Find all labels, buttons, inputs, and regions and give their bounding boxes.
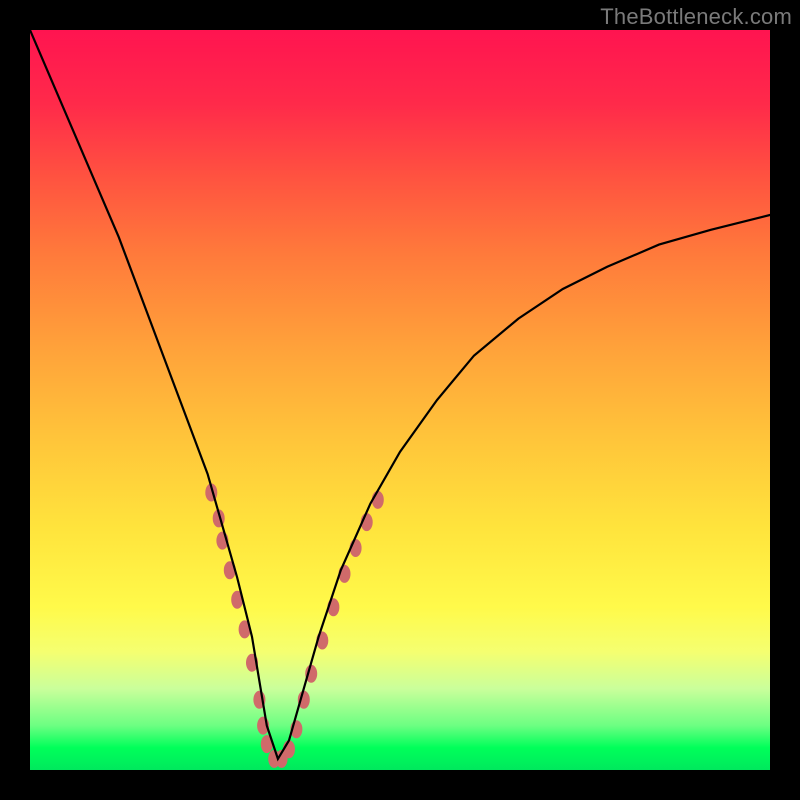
watermark-text: TheBottleneck.com (600, 4, 792, 30)
chart-overlay (30, 30, 770, 770)
chart-stage: TheBottleneck.com (0, 0, 800, 800)
bottleneck-curve (30, 30, 770, 759)
data-markers (205, 484, 383, 768)
plot-area (30, 30, 770, 770)
